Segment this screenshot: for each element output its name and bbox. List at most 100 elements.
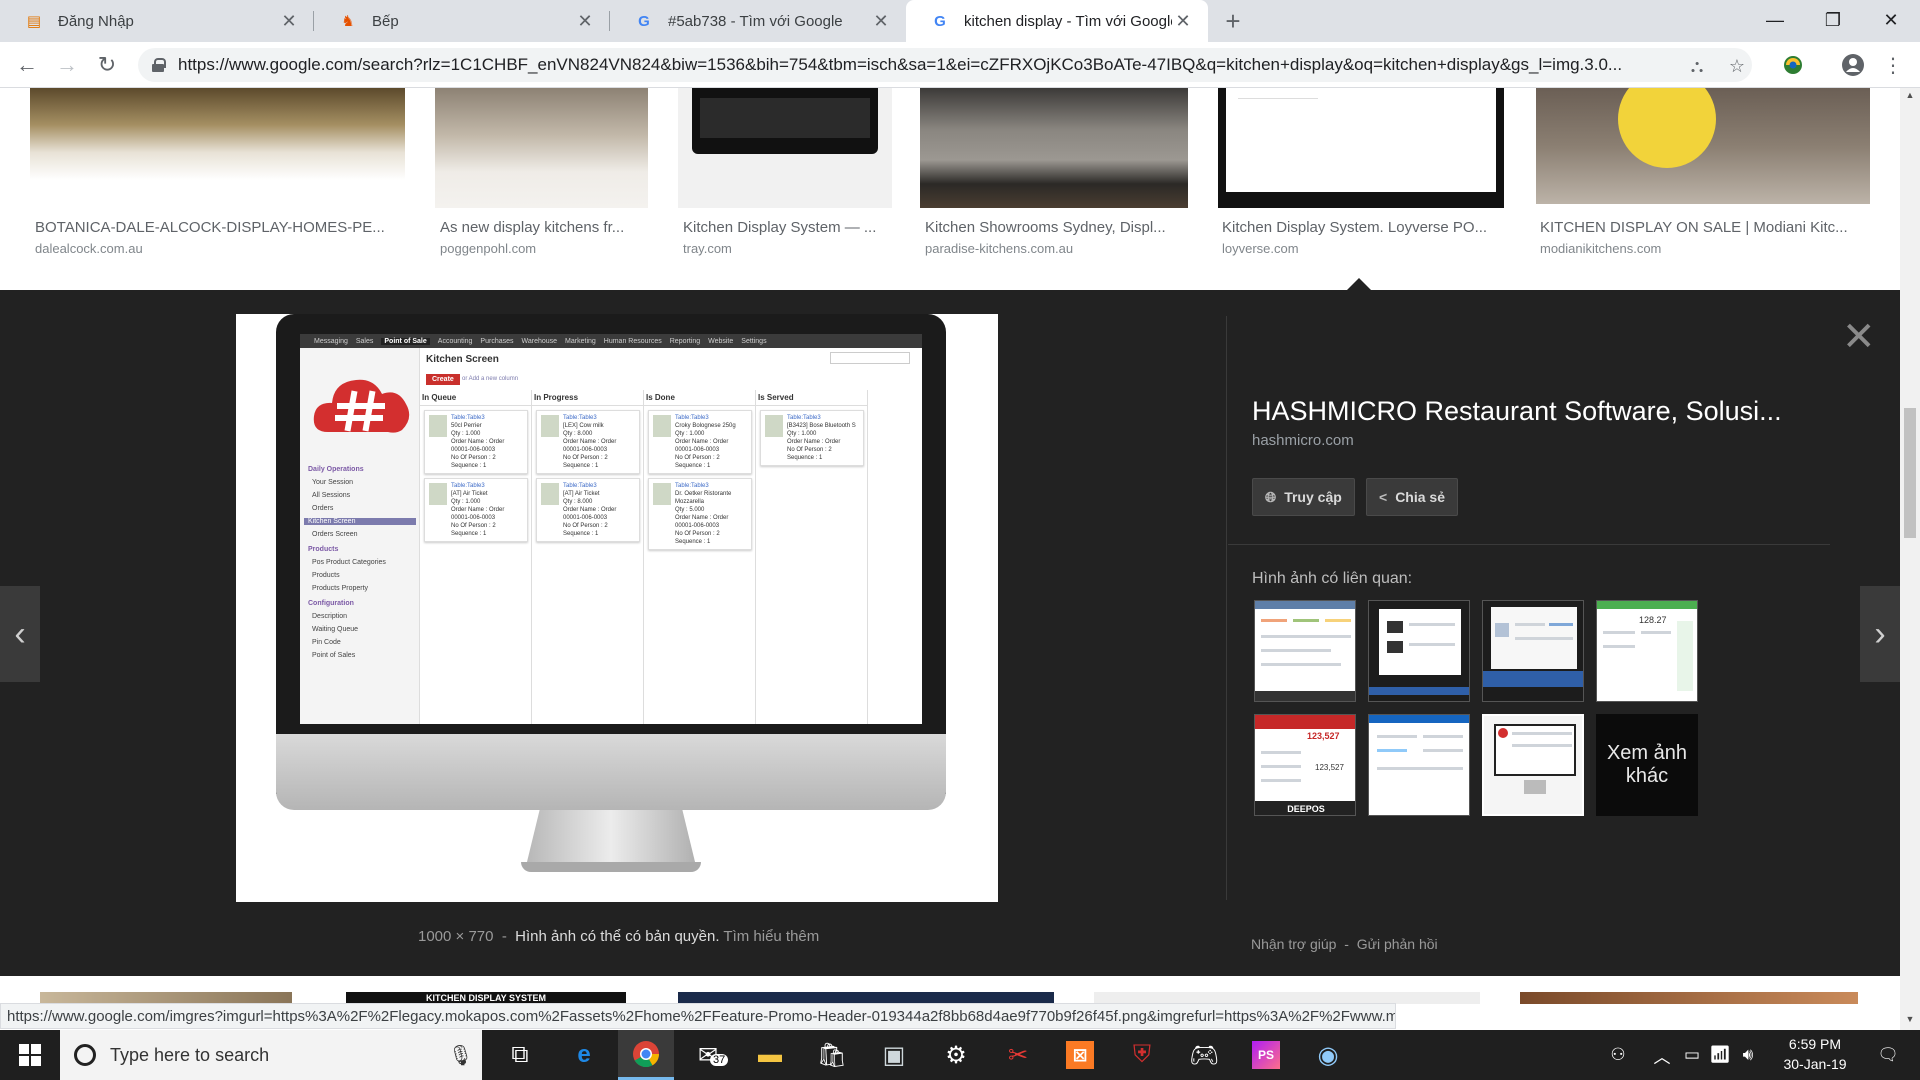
card-persons: No Of Person : 2 [787, 447, 832, 453]
edge-browser-icon[interactable]: e [556, 1030, 612, 1080]
close-tab-icon[interactable]: ✕ [1172, 10, 1194, 32]
snipping-tool-icon[interactable]: ✂ [990, 1030, 1046, 1080]
minimize-icon[interactable]: — [1746, 0, 1804, 40]
tray-chevron-up-icon[interactable]: ︿ [1650, 1030, 1674, 1080]
phpstorm-icon[interactable]: PS [1238, 1030, 1294, 1080]
windows-start-icon[interactable] [0, 1030, 60, 1080]
kanban-column-title: In Progress [532, 390, 643, 406]
more-images-button[interactable]: Xem ảnh khác [1596, 714, 1698, 816]
result-thumbnail[interactable] [1536, 88, 1870, 204]
card-item: Croky Bolognese 250g [675, 423, 736, 429]
related-thumbnail[interactable] [1254, 600, 1356, 702]
odoo-sidebar-item: Products [308, 546, 339, 553]
preview-image[interactable]: Messaging Sales Point of Sale Accounting Pur… [236, 314, 998, 902]
profile-avatar-icon[interactable] [1840, 52, 1866, 78]
scrollbar-thumb[interactable] [1904, 408, 1916, 538]
result-thumbnail[interactable] [1218, 88, 1504, 208]
battery-icon[interactable]: ▭ [1680, 1030, 1704, 1080]
bookmark-star-icon[interactable]: ☆ [1726, 55, 1748, 77]
result-caption[interactable]: KITCHEN DISPLAY ON SALE | Modiani Kitc..… [1540, 219, 1870, 236]
gamepad-icon[interactable]: 🎮︎ [1176, 1030, 1232, 1080]
window-close-icon[interactable]: ✕ [1862, 0, 1920, 40]
result-thumbnail[interactable] [920, 88, 1188, 208]
system-clock[interactable]: 6:59 PM 30-Jan-19 [1770, 1034, 1860, 1074]
google-g-icon: G [934, 12, 946, 30]
back-arrow-icon[interactable]: ← [12, 50, 42, 80]
chrome-icon[interactable] [618, 1030, 674, 1080]
related-thumbnail[interactable] [1482, 600, 1584, 702]
result-thumbnail[interactable] [1520, 992, 1858, 1004]
lock-icon[interactable] [152, 58, 166, 72]
result-caption[interactable]: Kitchen Showrooms Sydney, Displ... [925, 219, 1190, 236]
visit-label: Truy cập [1284, 489, 1342, 505]
notification-center-icon[interactable]: 🗨︎ [1864, 1030, 1912, 1080]
related-thumbnail[interactable] [1368, 600, 1470, 702]
translate-icon[interactable]: ⛬ [1686, 55, 1708, 77]
xampp-icon[interactable]: ⊠ [1052, 1030, 1108, 1080]
related-thumbnail[interactable]: 128.27 [1596, 600, 1698, 702]
result-caption[interactable]: BOTANICA-DALE-ALCOCK-DISPLAY-HOMES-PE... [35, 219, 405, 236]
create-button: Create [426, 374, 460, 385]
task-view-icon[interactable]: ⧉ [492, 1030, 548, 1080]
scroll-down-icon[interactable]: ▼ [1900, 1014, 1920, 1028]
related-thumbnail[interactable] [1368, 714, 1470, 816]
wifi-icon[interactable]: 📶︎ [1708, 1030, 1732, 1080]
card-order: Order Name : Order 00001-006-0003 [451, 439, 505, 453]
related-thumbnail[interactable]: 123,527 123,527 DEEPOS [1254, 714, 1356, 816]
maximize-icon[interactable]: ❐ [1804, 0, 1862, 40]
result-thumbnail[interactable] [435, 88, 648, 208]
close-preview-icon[interactable]: ✕ [1842, 314, 1876, 360]
steam-icon[interactable]: ◉ [1300, 1030, 1356, 1080]
result-caption[interactable]: Kitchen Display System — ... [683, 219, 895, 236]
volume-icon[interactable]: 🔊︎ [1736, 1030, 1760, 1080]
tab-search-5ab738[interactable]: G #5ab738 - Tìm với Google ✕ [610, 0, 906, 42]
file-explorer-icon[interactable]: ▬ [742, 1030, 798, 1080]
tab-dang-nhap[interactable]: ▤ Đăng Nhập ✕ [0, 0, 314, 42]
share-button[interactable]: < Chia sẻ [1366, 478, 1458, 516]
help-link[interactable]: Nhận trợ giúp [1251, 936, 1336, 952]
previous-image-chevron-icon[interactable]: ‹ [0, 586, 40, 682]
image-size-info: 1000 × 770 - Hình ảnh có thể có bản quyề… [418, 928, 820, 945]
card-order: Order Name : Order 00001-006-0003 [451, 507, 505, 521]
related-thumbnail-selected[interactable] [1482, 714, 1584, 816]
result-caption[interactable]: As new display kitchens fr... [440, 219, 650, 236]
game-center-icon[interactable]: ⛨ [1114, 1030, 1170, 1080]
close-tab-icon[interactable]: ✕ [574, 10, 596, 32]
feedback-link[interactable]: Gửi phản hồi [1357, 936, 1438, 952]
store-icon[interactable]: 🛍︎ [804, 1030, 860, 1080]
close-tab-icon[interactable]: ✕ [278, 10, 300, 32]
thumb-price: 123,527 [1307, 731, 1340, 741]
next-image-chevron-icon[interactable]: › [1860, 586, 1900, 682]
new-tab-plus-icon[interactable]: + [1218, 6, 1248, 36]
tab-kitchen-display[interactable]: G kitchen display - Tìm với Google ✕ [906, 0, 1208, 42]
menu-kebab-icon[interactable]: ⋮ [1880, 52, 1906, 78]
odoo-menu-item: Warehouse [521, 337, 558, 345]
monitor-app-icon[interactable]: ▣ [866, 1030, 922, 1080]
mail-icon[interactable]: ✉ 37 [680, 1030, 736, 1080]
preview-title[interactable]: HASHMICRO Restaurant Software, Solusi... [1252, 396, 1782, 427]
scroll-up-icon[interactable]: ▲ [1900, 90, 1920, 104]
url-text[interactable]: https://www.google.com/search?rlz=1C1CHB… [178, 55, 1688, 75]
page-scrollbar[interactable]: ▲ ▼ [1900, 88, 1920, 1030]
address-bar[interactable]: https://www.google.com/search?rlz=1C1CHB… [138, 48, 1752, 82]
tab-bep[interactable]: ♞ Bếp ✕ [314, 0, 610, 42]
people-icon[interactable]: ⚇ [1604, 1030, 1632, 1080]
taskbar-search-box[interactable]: Type here to search 🎙︎ [60, 1030, 482, 1080]
close-tab-icon[interactable]: ✕ [870, 10, 892, 32]
settings-gear-icon[interactable]: ⚙ [928, 1030, 984, 1080]
reload-icon[interactable]: ↻ [92, 50, 122, 80]
result-caption[interactable]: Kitchen Display System. Loyverse PO... [1222, 219, 1504, 236]
card-table: Table:Table3 [451, 483, 485, 489]
card-item: [LEX] Cow milk [563, 423, 604, 429]
forward-arrow-icon[interactable]: → [52, 50, 82, 80]
microphone-icon[interactable]: 🎙︎ [448, 1043, 473, 1068]
visit-button[interactable]: 🌐︎ Truy cập [1252, 478, 1355, 516]
kanban-column: In Progress Table:Table3 [LEX] Cow milk Qty… [532, 390, 644, 724]
odoo-sidebar-item: Your Session [312, 479, 353, 486]
result-thumbnail[interactable] [678, 88, 892, 208]
extension-icon[interactable] [1780, 52, 1806, 78]
learn-more-link[interactable]: Tìm hiểu thêm [723, 928, 819, 945]
result-thumbnail[interactable] [30, 88, 405, 180]
tab-title: Đăng Nhập [58, 12, 134, 30]
card-seq: Sequence : 1 [787, 455, 823, 461]
